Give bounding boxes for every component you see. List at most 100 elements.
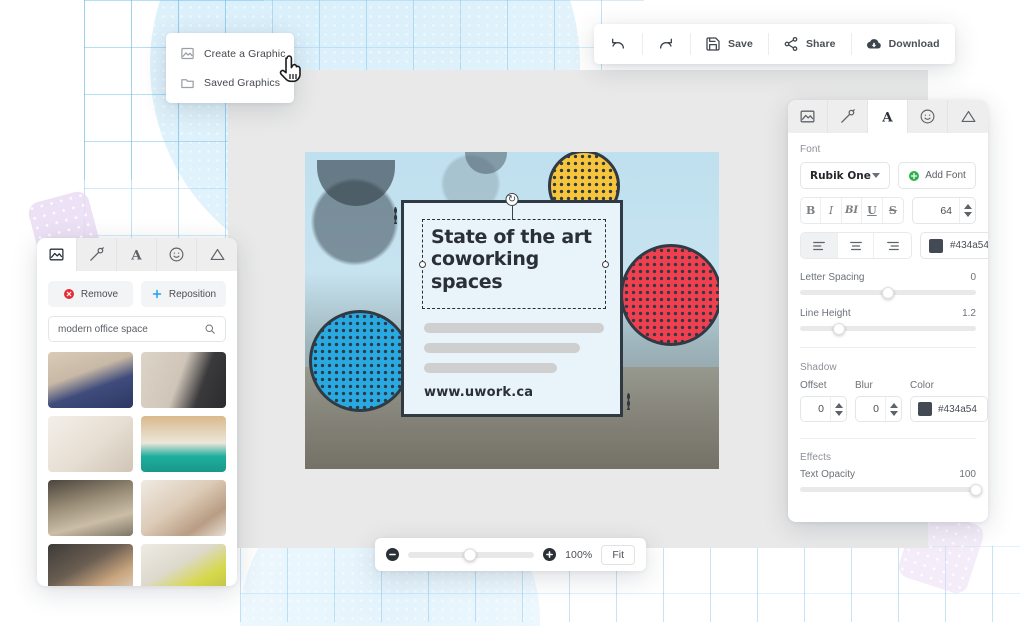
align-right-button[interactable]: [874, 233, 911, 258]
image-search-field[interactable]: [48, 316, 226, 342]
reposition-button[interactable]: Reposition: [141, 281, 226, 307]
left-tab-images[interactable]: [37, 238, 77, 271]
image-thumbnail[interactable]: [141, 352, 226, 408]
line-height-thumb[interactable]: [833, 323, 845, 335]
shadow-offset-stepper[interactable]: 0: [800, 396, 847, 422]
headline-handle-left[interactable]: [419, 261, 426, 268]
chevron-down-icon[interactable]: [964, 212, 972, 217]
image-thumbnail[interactable]: [48, 480, 133, 536]
image-thumbnail[interactable]: [48, 416, 133, 472]
text-opacity-thumb[interactable]: [970, 484, 982, 496]
headline-selection-box[interactable]: State of the art coworking spaces: [422, 219, 606, 309]
line-height-header: Line Height 1.2: [800, 308, 976, 319]
share-button[interactable]: Share: [768, 24, 851, 64]
zoom-out-button[interactable]: [386, 548, 399, 561]
image-thumbnail[interactable]: [141, 544, 226, 586]
design-canvas[interactable]: ↻ State of the art coworking spaces www.…: [305, 152, 719, 469]
italic-button[interactable]: I: [821, 198, 841, 223]
search-input[interactable]: [58, 324, 198, 335]
font-size-stepper[interactable]: 64: [912, 197, 976, 224]
right-tab-images[interactable]: [788, 100, 828, 133]
align-center-button[interactable]: [838, 233, 875, 258]
zoom-slider-thumb[interactable]: [463, 548, 476, 561]
chevron-up-icon[interactable]: [890, 403, 898, 408]
share-nodes-icon: [783, 36, 799, 52]
right-tab-text[interactable]: A: [868, 100, 908, 133]
download-button[interactable]: Download: [851, 24, 955, 64]
zoom-percent-label: 100%: [565, 549, 592, 561]
shadow-blur-spinner[interactable]: [885, 397, 901, 421]
underline-button[interactable]: U: [862, 198, 882, 223]
fit-button[interactable]: Fit: [601, 545, 635, 565]
shadow-offset-spinner[interactable]: [830, 397, 846, 421]
left-tab-stickers[interactable]: [157, 238, 197, 271]
design-site-url[interactable]: www.uwork.ca: [424, 385, 533, 400]
shadow-blur-label: Blur: [855, 380, 902, 391]
letter-spacing-label: Letter Spacing: [800, 272, 865, 283]
shadow-offset-value: 0: [801, 403, 830, 415]
left-tab-shapes[interactable]: [197, 238, 237, 271]
blue-dot-circle[interactable]: [309, 310, 411, 412]
letter-spacing-slider[interactable]: [800, 290, 976, 295]
right-tab-effects[interactable]: [828, 100, 868, 133]
minus-circle-icon: [388, 550, 397, 559]
headline-handle-right[interactable]: [602, 261, 609, 268]
design-text-card[interactable]: ↻ State of the art coworking spaces www.…: [401, 200, 623, 417]
undo-button[interactable]: [594, 24, 642, 64]
add-font-button[interactable]: Add Font: [898, 162, 976, 189]
redo-button[interactable]: [642, 24, 690, 64]
align-left-icon: [812, 240, 826, 252]
image-thumbnail[interactable]: [48, 352, 133, 408]
selection-dots-right: [627, 393, 630, 410]
chevron-up-icon[interactable]: [964, 204, 972, 209]
body-placeholder-line: [424, 323, 604, 333]
align-center-icon: [849, 240, 863, 252]
remove-button[interactable]: Remove: [48, 281, 133, 307]
left-images-panel: A Remove Reposition: [37, 238, 237, 586]
text-opacity-label: Text Opacity: [800, 469, 855, 480]
strikethrough-button[interactable]: S: [883, 198, 903, 223]
menu-item-create-a-graphic[interactable]: Create a Graphic: [166, 39, 294, 68]
text-align-group: [800, 232, 912, 259]
align-right-icon: [886, 240, 900, 252]
image-thumbnail[interactable]: [141, 480, 226, 536]
font-family-value: Rubik One: [810, 170, 871, 182]
effects-section-label: Effects: [800, 452, 976, 463]
text-color-picker[interactable]: #434a54: [920, 232, 988, 259]
font-family-select[interactable]: Rubik One: [800, 162, 890, 189]
rotate-handle[interactable]: ↻: [506, 193, 519, 206]
chevron-up-icon[interactable]: [835, 403, 843, 408]
download-label: Download: [889, 38, 940, 50]
image-thumbnail[interactable]: [141, 416, 226, 472]
bold-button[interactable]: B: [801, 198, 821, 223]
font-section-label: Font: [800, 144, 976, 155]
bold-italic-button[interactable]: BI: [842, 198, 862, 223]
shadow-blur-control: Blur 0: [855, 380, 902, 422]
chevron-down-icon[interactable]: [890, 411, 898, 416]
left-tab-text[interactable]: A: [117, 238, 157, 271]
right-tab-stickers[interactable]: [908, 100, 948, 133]
selection-dots-left: [394, 207, 397, 224]
letter-spacing-thumb[interactable]: [882, 287, 894, 299]
plus-circle-icon: [545, 550, 554, 559]
zoom-in-button[interactable]: [543, 548, 556, 561]
line-height-slider[interactable]: [800, 326, 976, 331]
text-opacity-slider[interactable]: [800, 487, 976, 492]
save-button[interactable]: Save: [690, 24, 768, 64]
redo-icon: [658, 36, 674, 52]
menu-item-saved-graphics[interactable]: Saved Graphics: [166, 68, 294, 97]
red-dot-circle[interactable]: [620, 244, 719, 346]
design-headline[interactable]: State of the art coworking spaces: [423, 220, 605, 299]
shadow-controls: Offset 0 Blur 0: [800, 380, 976, 422]
chevron-down-icon[interactable]: [835, 411, 843, 416]
align-left-button[interactable]: [801, 233, 838, 258]
svg-text:A: A: [881, 109, 893, 125]
shadow-color-picker[interactable]: #434a54: [910, 396, 988, 422]
left-tab-effects[interactable]: [77, 238, 117, 271]
image-thumbnail[interactable]: [48, 544, 133, 586]
font-size-spinner[interactable]: [959, 198, 975, 223]
right-tab-shapes[interactable]: [948, 100, 988, 133]
search-icon[interactable]: [204, 323, 216, 335]
shadow-blur-stepper[interactable]: 0: [855, 396, 902, 422]
zoom-slider[interactable]: [408, 552, 534, 558]
